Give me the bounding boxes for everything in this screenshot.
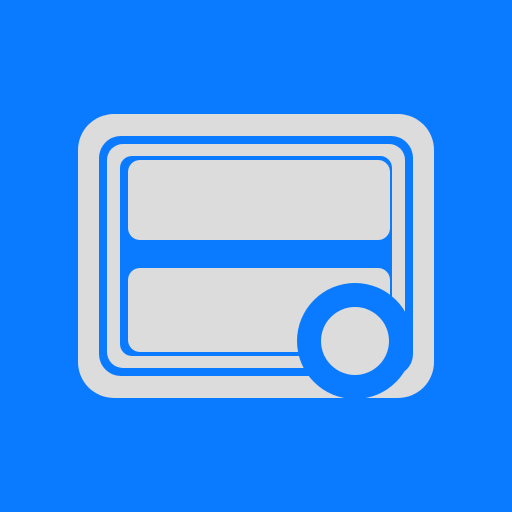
- layout-panels-badge-icon: [78, 114, 434, 399]
- badge-dot: [321, 307, 389, 375]
- top-panel: [128, 160, 390, 240]
- app-icon-canvas: [0, 0, 512, 512]
